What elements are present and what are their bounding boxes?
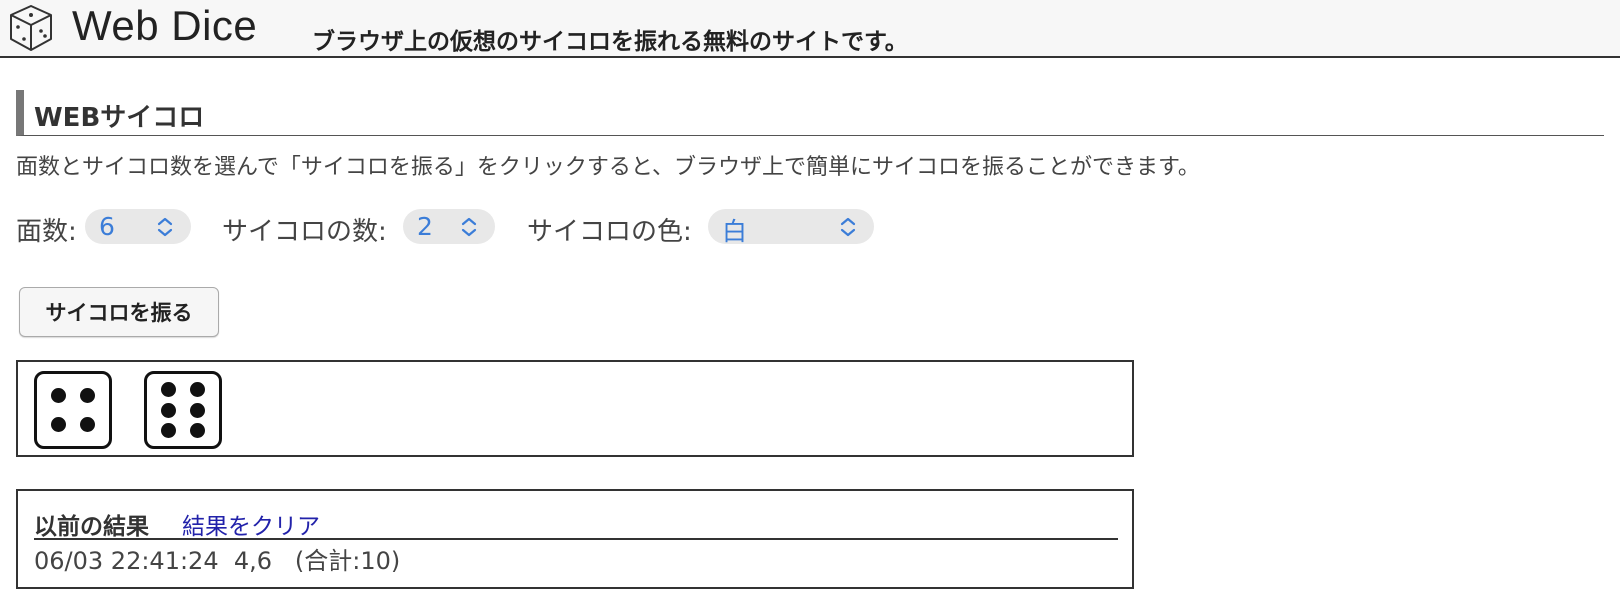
die-pip (189, 402, 205, 418)
chevron-updown-icon (157, 217, 173, 237)
faces-select[interactable]: 6 (85, 209, 191, 244)
clear-results-link[interactable]: 結果をクリア (182, 507, 320, 541)
faces-label: 面数: (16, 217, 77, 247)
chevron-updown-icon (840, 217, 856, 237)
die-pip (161, 422, 177, 438)
die-pip (79, 416, 95, 432)
history-header: 以前の結果 結果をクリア (34, 507, 1118, 540)
dice-color-select-value: 白 (722, 217, 748, 246)
chevron-updown-icon (461, 217, 477, 237)
die-pip (79, 388, 95, 404)
section-heading: WEBサイコロ (16, 90, 1604, 136)
die-pip (51, 416, 67, 432)
dice-logo-icon (10, 5, 52, 51)
dice-count-select[interactable]: 2 (403, 209, 495, 244)
description-text: 面数とサイコロ数を選んで「サイコロを振る」をクリックすると、ブラウザ上で簡単にサ… (16, 155, 1200, 180)
history-title: 以前の結果 (34, 514, 149, 540)
dice-count-label: サイコロの数: (222, 217, 387, 247)
roll-dice-button[interactable]: サイコロを振る (19, 287, 219, 337)
site-tagline: ブラウザ上の仮想のサイコロを振れる無料のサイトです。 (312, 29, 908, 55)
dice-color-label: サイコロの色: (527, 217, 692, 247)
section-title: WEBサイコロ (34, 103, 205, 133)
die-pip (189, 382, 205, 398)
die-pip (161, 382, 177, 398)
site-title[interactable]: Web Dice (72, 2, 257, 50)
dice-result-area (16, 360, 1134, 457)
dice-count-select-value: 2 (417, 212, 433, 241)
site-header: Web Dice ブラウザ上の仮想のサイコロを振れる無料のサイトです。 (0, 0, 1620, 58)
die-pip (189, 422, 205, 438)
die-pip (161, 402, 177, 418)
history-entry: 06/03 22:41:24 4,6 (合計:10) (34, 547, 401, 575)
faces-select-value: 6 (99, 212, 115, 241)
die-face-6 (144, 371, 222, 449)
die-pip (51, 388, 67, 404)
die-face-4 (34, 371, 112, 449)
dice-color-select[interactable]: 白 (708, 209, 874, 246)
history-panel: 以前の結果 結果をクリア 06/03 22:41:24 4,6 (合計:10) (16, 489, 1134, 589)
